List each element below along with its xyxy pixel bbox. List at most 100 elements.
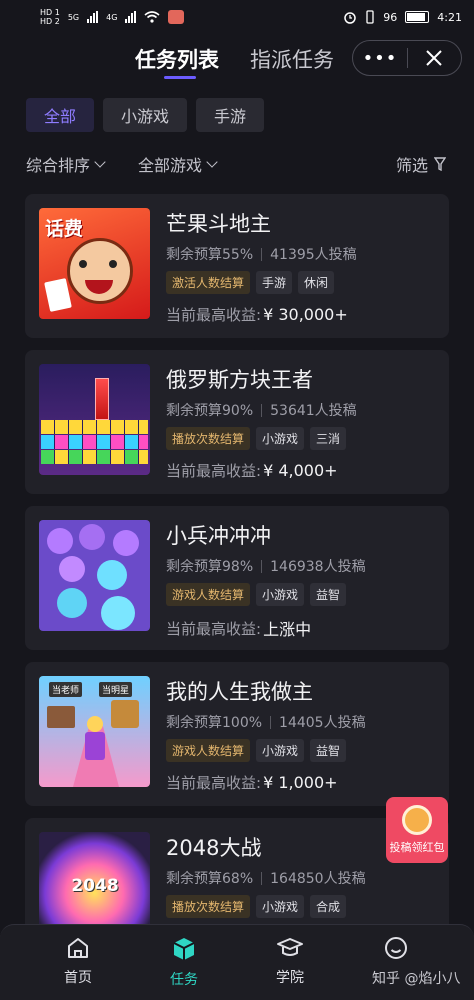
signal-icon xyxy=(125,11,137,23)
game-title: 2048大战 xyxy=(166,836,262,860)
close-button[interactable] xyxy=(408,40,461,76)
task-card[interactable]: 话费 芒果斗地主 剩余预算55% 41395人投稿 激活人数结算 手游 休闲 当… xyxy=(25,194,449,338)
thumb-caption: 2048 xyxy=(71,876,119,896)
earnings-value: ¥ 4,000+ xyxy=(263,461,338,480)
submission-count: 14405人投稿 xyxy=(279,715,366,731)
filter-label: 筛选 xyxy=(396,156,429,175)
earnings-label: 当前最高收益: xyxy=(166,619,262,638)
task-cube-icon xyxy=(173,938,195,960)
signal-2-label: 4G xyxy=(106,12,118,22)
meta-divider xyxy=(270,715,272,729)
submission-count: 146938人投稿 xyxy=(270,559,366,575)
bottom-navigation: 首页 任务 学院 我的 xyxy=(0,924,474,1000)
category-tag: 手游 xyxy=(256,271,293,294)
game-title: 俄罗斯方块王者 xyxy=(166,368,313,392)
category-chips: 全部 小游戏 手游 xyxy=(26,98,265,132)
top-tabs-header: 任务列表 指派任务 ••• xyxy=(0,36,474,82)
game-thumbnail: 话费 xyxy=(39,208,150,319)
nav-home[interactable]: 首页 xyxy=(38,935,118,987)
settlement-tag: 播放次数结算 xyxy=(166,427,251,450)
signal-icon xyxy=(87,11,99,23)
network-1-label: HD 1 xyxy=(40,8,60,17)
card-meta: 剩余预算100% 14405人投稿 xyxy=(166,712,366,732)
chip-mini-games[interactable]: 小游戏 xyxy=(103,98,188,132)
genre-tag: 益智 xyxy=(310,739,347,762)
genre-tag: 合成 xyxy=(310,895,347,918)
submission-count: 164850人投稿 xyxy=(270,871,366,887)
chip-all[interactable]: 全部 xyxy=(26,98,95,132)
remaining-budget: 剩余预算55% xyxy=(166,247,254,263)
submit-red-packet-button[interactable]: 投稿领红包 xyxy=(386,797,448,863)
sort-label: 综合排序 xyxy=(26,156,91,175)
chevron-down-icon xyxy=(94,156,106,168)
tab-active-indicator xyxy=(164,76,196,79)
home-icon xyxy=(68,938,88,958)
max-earnings: 当前最高收益: ¥ 30,000+ xyxy=(166,304,348,325)
submission-count: 41395人投稿 xyxy=(270,247,357,263)
game-category-label: 全部游戏 xyxy=(138,156,203,175)
filter-button[interactable]: 筛选 xyxy=(396,152,447,176)
game-category-dropdown[interactable]: 全部游戏 xyxy=(138,152,218,176)
signal-1-label: 5G xyxy=(67,12,80,22)
app-notification-icon xyxy=(168,10,185,24)
card-meta: 剩余预算98% 146938人投稿 xyxy=(166,556,366,576)
max-earnings: 当前最高收益: ¥ 4,000+ xyxy=(166,460,338,481)
meta-divider xyxy=(261,247,263,261)
earnings-label: 当前最高收益: xyxy=(166,462,262,480)
genre-tag: 益智 xyxy=(310,583,347,606)
task-card[interactable]: 小兵冲冲冲 剩余预算98% 146938人投稿 游戏人数结算 小游戏 益智 当前… xyxy=(25,506,449,650)
chevron-down-icon xyxy=(206,156,218,168)
nav-tasks-label: 任务 xyxy=(170,972,198,988)
remaining-budget: 剩余预算100% xyxy=(166,715,263,731)
network-indicator: HD 1 HD 2 xyxy=(40,8,60,26)
game-thumbnail xyxy=(39,520,150,631)
game-thumbnail xyxy=(39,364,150,475)
meta-divider xyxy=(261,403,263,417)
settlement-tag: 游戏人数结算 xyxy=(166,583,251,606)
sort-dropdown[interactable]: 综合排序 xyxy=(26,152,106,176)
more-button[interactable]: ••• xyxy=(353,40,407,76)
thumb-caption: 当老师 xyxy=(49,682,83,697)
task-card[interactable]: 当老师 当明星 我的人生我做主 剩余预算100% 14405人投稿 游戏人数结算… xyxy=(25,662,449,806)
card-meta: 剩余预算55% 41395人投稿 xyxy=(166,244,357,264)
earnings-label: 当前最高收益: xyxy=(166,306,262,324)
category-tag: 小游戏 xyxy=(256,583,305,606)
nav-home-label: 首页 xyxy=(64,970,92,986)
remaining-budget: 剩余预算90% xyxy=(166,403,254,419)
game-title: 芒果斗地主 xyxy=(166,212,271,236)
settlement-tag: 激活人数结算 xyxy=(166,271,251,294)
coin-icon xyxy=(402,805,432,835)
card-tags: 播放次数结算 小游戏 合成 xyxy=(166,895,347,918)
tab-assigned-tasks[interactable]: 指派任务 xyxy=(250,44,334,74)
category-tag: 小游戏 xyxy=(256,895,305,918)
category-tag: 小游戏 xyxy=(256,427,305,450)
capsule-menu: ••• xyxy=(352,40,462,76)
settlement-tag: 游戏人数结算 xyxy=(166,739,251,762)
earnings-value: ¥ 30,000+ xyxy=(263,305,348,324)
card-tags: 播放次数结算 小游戏 三消 xyxy=(166,427,347,450)
clock: 4:21 xyxy=(437,10,462,24)
red-packet-label: 投稿领红包 xyxy=(389,841,445,854)
remaining-budget: 剩余预算98% xyxy=(166,559,254,575)
graduation-cap-icon xyxy=(277,938,303,956)
chip-mobile-games[interactable]: 手游 xyxy=(196,98,265,132)
earnings-value: 上涨中 xyxy=(263,620,312,639)
meta-divider xyxy=(261,559,263,573)
nav-tasks[interactable]: 任务 xyxy=(144,935,224,989)
earnings-value: ¥ 1,000+ xyxy=(263,773,338,792)
game-title: 小兵冲冲冲 xyxy=(166,524,271,548)
tab-task-list[interactable]: 任务列表 xyxy=(135,44,219,74)
nav-academy[interactable]: 学院 xyxy=(250,935,330,987)
card-meta: 剩余预算90% 53641人投稿 xyxy=(166,400,357,420)
earnings-label: 当前最高收益: xyxy=(166,774,262,792)
network-2-label: HD 2 xyxy=(40,17,60,26)
genre-tag: 三消 xyxy=(310,427,347,450)
nav-academy-label: 学院 xyxy=(276,970,304,986)
wifi-icon xyxy=(144,11,160,23)
category-tag: 小游戏 xyxy=(256,739,305,762)
vibrate-icon xyxy=(366,10,374,24)
funnel-icon xyxy=(434,157,447,171)
game-thumbnail: 当老师 当明星 xyxy=(39,676,150,787)
card-tags: 游戏人数结算 小游戏 益智 xyxy=(166,739,347,762)
task-card[interactable]: 俄罗斯方块王者 剩余预算90% 53641人投稿 播放次数结算 小游戏 三消 当… xyxy=(25,350,449,494)
